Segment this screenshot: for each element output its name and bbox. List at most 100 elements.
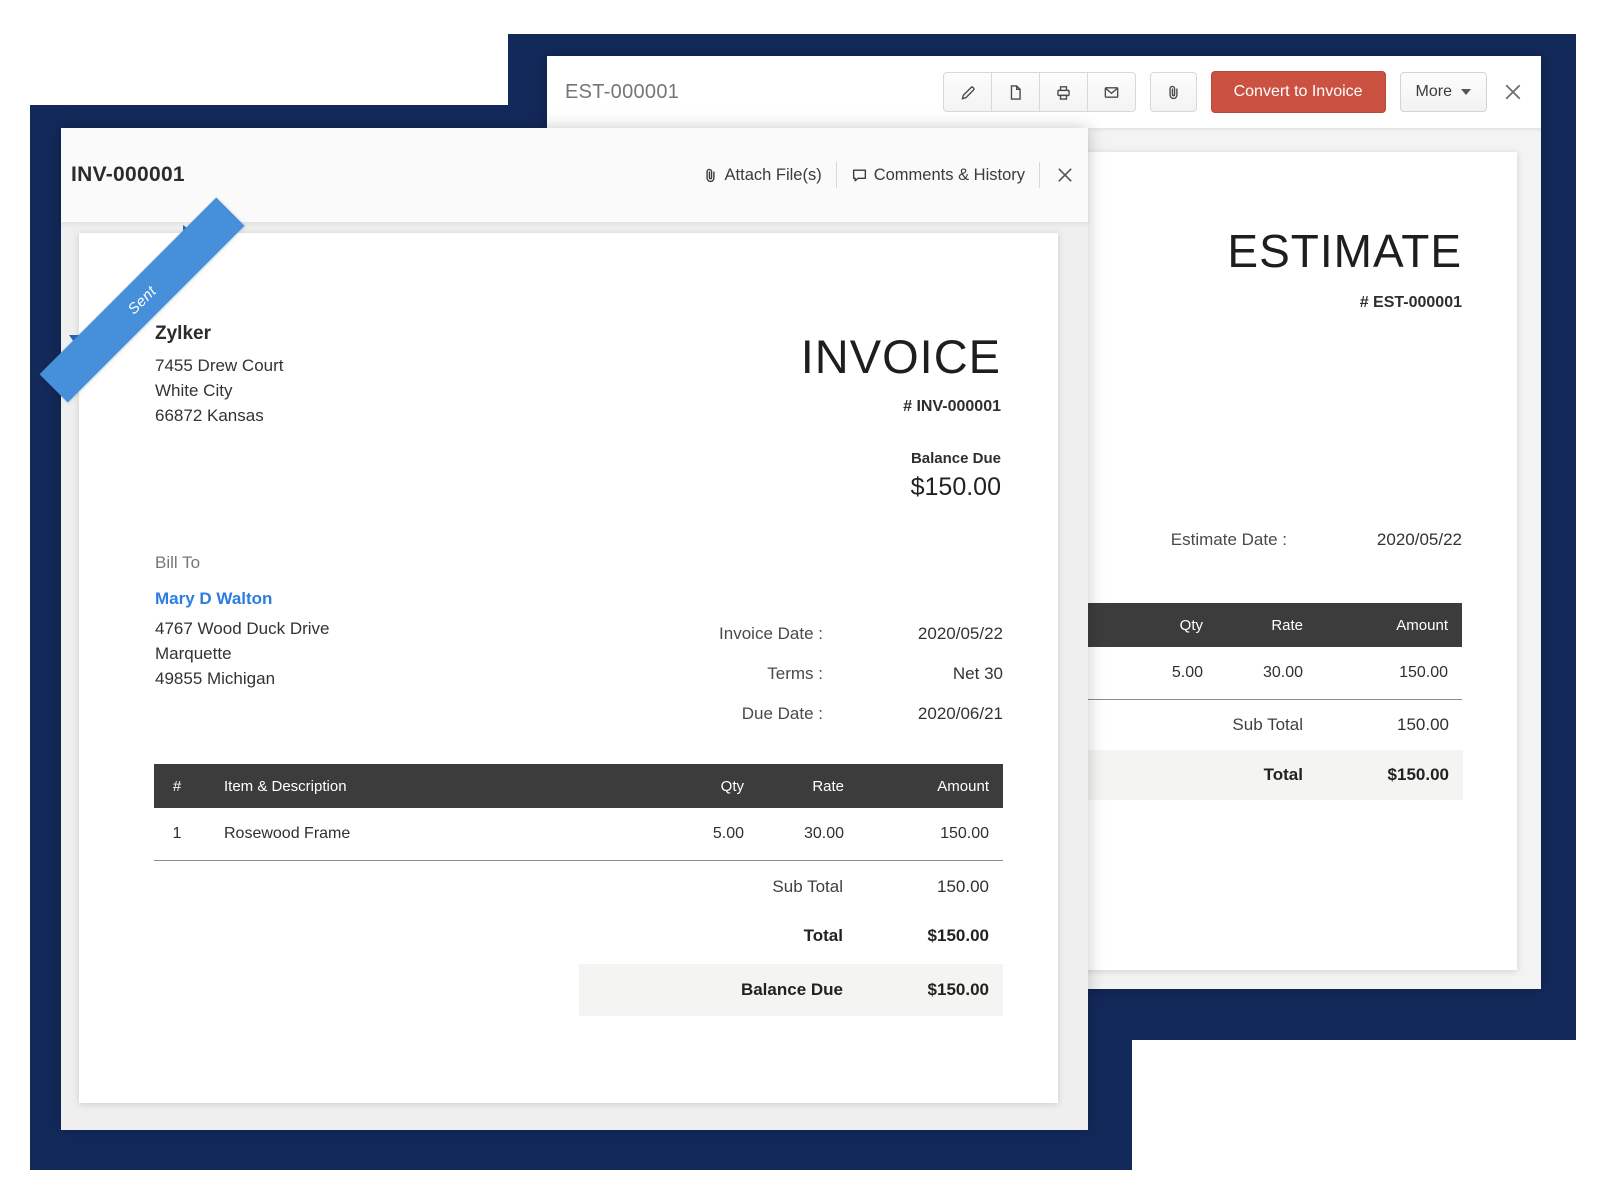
envelope-icon bbox=[1103, 84, 1120, 101]
column-qty: Qty bbox=[1108, 617, 1217, 634]
subtotal-value: 150.00 bbox=[1303, 715, 1449, 735]
estimate-title: EST-000001 bbox=[565, 81, 679, 104]
column-qty: Qty bbox=[649, 778, 758, 795]
invoice-total-row: Total $150.00 bbox=[579, 912, 1003, 960]
invoice-items-table: # Item & Description Qty Rate Amount 1 R… bbox=[154, 764, 1003, 861]
balance-due-label: Balance Due bbox=[801, 450, 1001, 467]
close-icon bbox=[1054, 164, 1076, 186]
customer-address-line: 49855 Michigan bbox=[155, 666, 330, 691]
estimate-doc-heading: ESTIMATE bbox=[1227, 224, 1462, 278]
edit-pencil-icon bbox=[959, 84, 976, 101]
status-badge: Sent bbox=[124, 282, 159, 317]
due-date-value: 2020/06/21 bbox=[823, 704, 1003, 724]
invoice-date-row: Invoice Date : 2020/05/22 bbox=[643, 614, 1003, 654]
caret-down-icon bbox=[1461, 89, 1471, 95]
estimate-toolbar-button-group bbox=[943, 72, 1136, 112]
balance-due-value: $150.00 bbox=[843, 980, 989, 1000]
total-label: Total bbox=[579, 926, 843, 946]
balance-due-value: $150.00 bbox=[801, 473, 1001, 502]
attach-files-button[interactable]: Attach File(s) bbox=[702, 166, 822, 185]
due-date-row: Due Date : 2020/06/21 bbox=[643, 694, 1003, 734]
estimate-total-row: Total $150.00 bbox=[1039, 750, 1463, 800]
total-value: $150.00 bbox=[1303, 765, 1449, 785]
comments-history-button[interactable]: Comments & History bbox=[851, 166, 1025, 185]
pdf-button[interactable] bbox=[991, 72, 1040, 112]
attach-files-label: Attach File(s) bbox=[725, 166, 822, 185]
estimate-doc-number: # EST-000001 bbox=[1227, 294, 1462, 312]
invoice-doc-heading: INVOICE bbox=[801, 329, 1001, 384]
estimate-subtotal-row: Sub Total 150.00 bbox=[1039, 700, 1463, 750]
customer-link[interactable]: Mary D Walton bbox=[155, 589, 330, 609]
more-label: More bbox=[1416, 83, 1452, 101]
terms-row: Terms : Net 30 bbox=[643, 654, 1003, 694]
column-description: Item & Description bbox=[200, 778, 649, 795]
invoice-date-label: Invoice Date : bbox=[643, 624, 823, 644]
paperclip-icon bbox=[1165, 84, 1182, 101]
item-amount: 150.00 bbox=[1317, 664, 1462, 682]
convert-to-invoice-label: Convert to Invoice bbox=[1234, 83, 1363, 101]
column-amount: Amount bbox=[1317, 617, 1462, 634]
estimate-date-value: 2020/05/22 bbox=[1287, 530, 1462, 550]
page: EST-000001 bbox=[0, 0, 1600, 1200]
pdf-file-icon bbox=[1007, 84, 1024, 101]
subtotal-value: 150.00 bbox=[843, 877, 989, 897]
email-button[interactable] bbox=[1087, 72, 1136, 112]
invoice-meta-block: Invoice Date : 2020/05/22 Terms : Net 30… bbox=[643, 614, 1003, 734]
bill-to-block: Bill To Mary D Walton 4767 Wood Duck Dri… bbox=[155, 553, 330, 691]
bill-to-label: Bill To bbox=[155, 553, 330, 573]
column-hash: # bbox=[154, 778, 200, 795]
item-description: Rosewood Frame bbox=[200, 825, 649, 843]
invoice-header-actions: Attach File(s) Comments & History bbox=[702, 128, 1076, 222]
invoice-close-button[interactable] bbox=[1054, 164, 1076, 186]
terms-value: Net 30 bbox=[823, 664, 1003, 684]
column-rate: Rate bbox=[758, 778, 858, 795]
comment-bubble-icon bbox=[851, 167, 868, 184]
invoice-document: Sent Zylker 7455 Drew Court White City 6… bbox=[79, 233, 1058, 1103]
estimate-close-button[interactable] bbox=[1501, 80, 1525, 104]
item-rate: 30.00 bbox=[1217, 664, 1317, 682]
estimate-totals: Sub Total 150.00 Total $150.00 bbox=[1039, 700, 1463, 800]
paperclip-icon bbox=[702, 167, 719, 184]
estimate-heading-block: ESTIMATE # EST-000001 bbox=[1227, 224, 1462, 312]
column-rate: Rate bbox=[1217, 617, 1317, 634]
company-name: Zylker bbox=[155, 323, 284, 345]
company-address-line: 7455 Drew Court bbox=[155, 353, 284, 378]
invoice-heading-block: INVOICE # INV-000001 Balance Due $150.00 bbox=[801, 329, 1001, 502]
terms-label: Terms : bbox=[643, 664, 823, 684]
more-button[interactable]: More bbox=[1400, 72, 1487, 112]
total-value: $150.00 bbox=[843, 926, 989, 946]
convert-to-invoice-button[interactable]: Convert to Invoice bbox=[1211, 71, 1386, 113]
column-amount: Amount bbox=[858, 778, 1003, 795]
item-qty: 5.00 bbox=[1108, 664, 1217, 682]
estimate-date-row: Estimate Date : 2020/05/22 bbox=[1062, 530, 1462, 550]
invoice-subtotal-row: Sub Total 150.00 bbox=[579, 862, 1003, 912]
estimate-date-label: Estimate Date : bbox=[1062, 530, 1287, 550]
subtotal-label: Sub Total bbox=[579, 877, 843, 897]
company-address-block: Zylker 7455 Drew Court White City 66872 … bbox=[155, 323, 284, 428]
edit-button[interactable] bbox=[943, 72, 992, 112]
item-amount: 150.00 bbox=[858, 825, 1003, 843]
invoice-doc-number: # INV-000001 bbox=[801, 398, 1001, 416]
customer-address-line: Marquette bbox=[155, 641, 330, 666]
due-date-label: Due Date : bbox=[643, 704, 823, 724]
invoice-title: INV-000001 bbox=[71, 163, 185, 187]
item-rate: 30.00 bbox=[758, 825, 858, 843]
invoice-table-header: # Item & Description Qty Rate Amount bbox=[154, 764, 1003, 808]
divider bbox=[1039, 162, 1040, 188]
item-qty: 5.00 bbox=[649, 825, 758, 843]
comments-history-label: Comments & History bbox=[874, 166, 1025, 185]
close-icon bbox=[1501, 80, 1525, 104]
invoice-date-value: 2020/05/22 bbox=[823, 624, 1003, 644]
printer-icon bbox=[1055, 84, 1072, 101]
company-address-line: 66872 Kansas bbox=[155, 403, 284, 428]
customer-address-line: 4767 Wood Duck Drive bbox=[155, 616, 330, 641]
item-number: 1 bbox=[154, 825, 200, 843]
company-address-line: White City bbox=[155, 378, 284, 403]
invoice-totals: Sub Total 150.00 Total $150.00 Balance D… bbox=[579, 862, 1003, 1016]
attach-button[interactable] bbox=[1150, 72, 1197, 112]
divider bbox=[836, 162, 837, 188]
invoice-item-row: 1 Rosewood Frame 5.00 30.00 150.00 bbox=[154, 808, 1003, 861]
estimate-toolbar: Convert to Invoice More bbox=[943, 72, 1525, 112]
invoice-balance-due-row: Balance Due $150.00 bbox=[579, 964, 1003, 1016]
print-button[interactable] bbox=[1039, 72, 1088, 112]
